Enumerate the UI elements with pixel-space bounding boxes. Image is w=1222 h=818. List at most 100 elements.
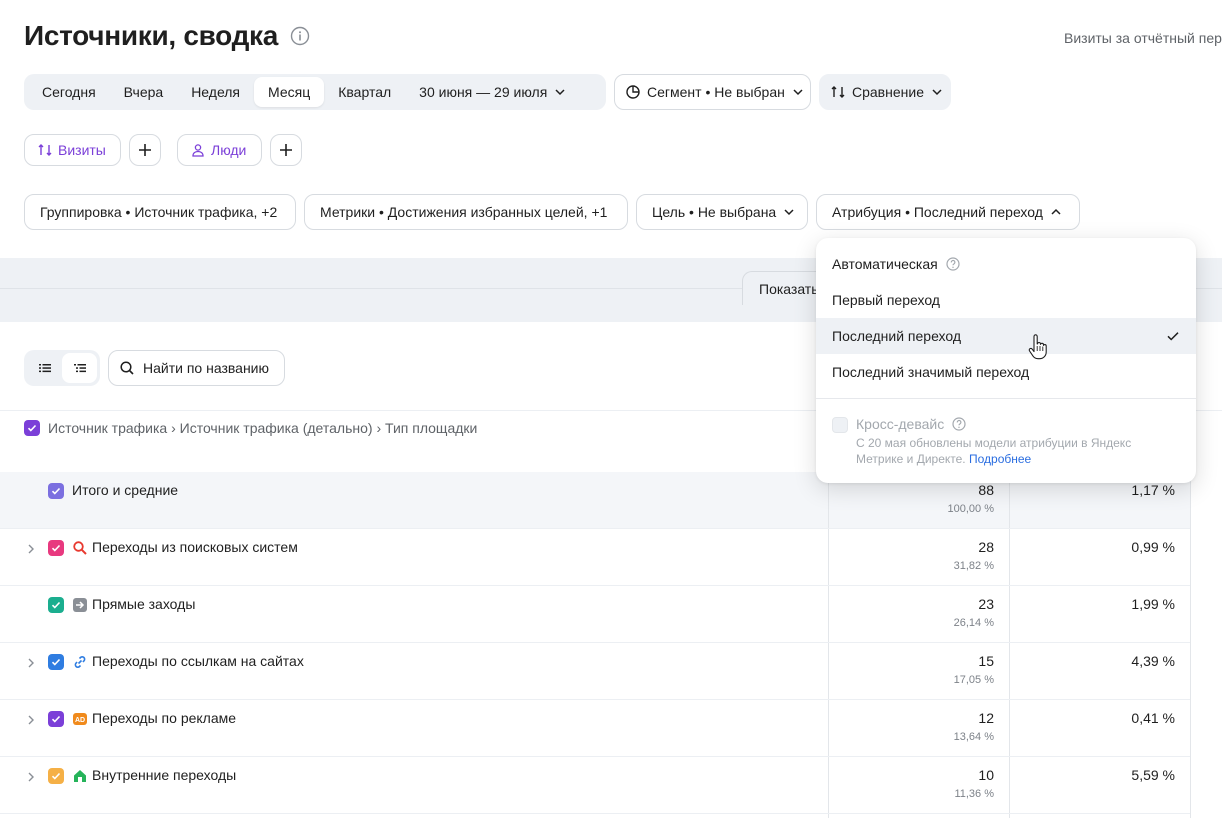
cross-device-note: С 20 мая обновлены модели атрибуции в Ян… [856,435,1156,467]
chevron-right-icon[interactable] [24,770,38,784]
view-toggle [24,350,100,386]
attribution-option-last[interactable]: Последний переход [816,318,1196,354]
attribution-option-auto[interactable]: Автоматическая [816,246,1196,282]
person-icon [191,143,205,157]
row-share: 31,82 % [953,560,994,572]
row-share: 17,05 % [953,674,994,686]
hand-cursor-icon [1028,334,1047,360]
table-row[interactable]: Внутренние переходы 10 11,36 % 5,59 % [0,757,1190,814]
tab-quarter[interactable]: Квартал [324,77,405,107]
tab-week[interactable]: Неделя [177,77,254,107]
check-icon [1166,329,1180,343]
more-info-link[interactable]: Подробнее [969,452,1031,466]
attribution-button[interactable]: Атрибуция • Последний переход [816,194,1080,230]
compare-label: Сравнение [852,84,924,100]
chevron-right-icon[interactable] [24,713,38,727]
row-value: 12 [978,710,994,726]
option-label: Последний переход [832,328,962,344]
chip-people-label: Люди [211,142,247,158]
chevron-right-icon[interactable] [24,656,38,670]
chip-visits-label: Визиты [58,142,106,158]
total-label: Итого и средние [72,482,179,498]
plus-icon [139,144,151,156]
total-value: 88 [978,482,994,498]
help-icon[interactable] [952,417,966,431]
cross-device-label: Кросс-девайс [856,416,945,432]
table-row[interactable]: Прямые заходы 23 26,14 % 1,99 % [0,586,1190,643]
ad-icon: AD [72,711,88,727]
row-rate: 1,99 % [1131,596,1175,612]
search-icon [119,360,135,376]
tab-month[interactable]: Месяц [254,77,325,107]
row-rate: 5,59 % [1131,767,1175,783]
tree-view-button[interactable] [62,353,97,383]
list-icon [38,364,51,373]
visits-icon [38,143,52,157]
chip-people[interactable]: Люди [177,134,262,166]
page-title-text: Источники, сводка [24,20,279,51]
report-period-note: Визиты за отчётный пер [1064,30,1222,46]
chevron-right-icon[interactable] [24,542,38,556]
cross-device-checkbox[interactable] [832,417,848,433]
home-icon [72,768,88,784]
info-icon[interactable] [290,26,310,46]
chevron-down-icon [782,205,796,219]
table-row[interactable]: AD Переходы по рекламе 12 13,64 % 0,41 % [0,700,1190,757]
direct-arrow-icon [72,597,88,613]
option-label: Автоматическая [832,256,938,272]
row-checkbox[interactable] [48,711,64,727]
chevron-down-icon [791,85,805,99]
segment-label: Сегмент • Не выбран [647,84,785,100]
metrics-button[interactable]: Метрики • Достижения избранных целей, +1 [304,194,628,230]
date-range-label: 30 июня — 29 июля [419,84,548,100]
row-value: 23 [978,596,994,612]
attribution-dropdown: Автоматическая Первый переход Последний … [816,238,1196,483]
column-separator [1190,472,1191,818]
attribution-option-last-significant[interactable]: Последний значимый переход [816,354,1196,390]
group-header: Источник трафика › Источник трафика (дет… [24,420,477,436]
divider [816,398,1196,399]
tab-yesterday[interactable]: Вчера [110,77,178,107]
flat-list-view-button[interactable] [27,353,62,383]
grouping-button[interactable]: Группировка • Источник трафика, +2 [24,194,296,230]
pie-chart-icon [625,84,641,100]
row-share: 13,64 % [953,731,994,743]
row-label: Внутренние переходы [92,767,237,783]
tab-today[interactable]: Сегодня [28,77,110,107]
page-title: Источники, сводка [24,20,310,52]
help-icon[interactable] [946,257,960,271]
link-icon [72,654,88,670]
attribution-option-first[interactable]: Первый переход [816,282,1196,318]
total-rate: 1,17 % [1131,482,1175,498]
add-audience-button[interactable] [270,134,302,166]
row-rate: 0,41 % [1131,710,1175,726]
search-placeholder: Найти по названию [143,360,269,376]
row-checkbox[interactable] [48,540,64,556]
row-value: 15 [978,653,994,669]
row-checkbox[interactable] [48,768,64,784]
row-rate: 4,39 % [1131,653,1175,669]
row-share: 11,36 % [954,788,994,800]
table-row[interactable]: Переходы из поисковых систем 28 31,82 % … [0,529,1190,586]
compare-button[interactable]: Сравнение [819,74,951,110]
row-checkbox[interactable] [48,654,64,670]
row-share: 26,14 % [953,617,994,629]
goal-button[interactable]: Цель • Не выбрана [636,194,808,230]
chip-visits[interactable]: Визиты [24,134,121,166]
date-range-picker[interactable]: 30 июня — 29 июля [405,77,573,107]
svg-text:AD: AD [75,717,85,724]
row-label: Переходы по рекламе [92,710,237,726]
total-checkbox[interactable] [48,483,64,499]
table-row[interactable]: Переходы по ссылкам на сайтах 15 17,05 %… [0,643,1190,700]
row-label: Переходы из поисковых систем [92,539,298,555]
add-metric-button[interactable] [129,134,161,166]
divider [0,813,1190,814]
segment-button[interactable]: Сегмент • Не выбран [614,74,811,110]
plus-icon [280,144,292,156]
row-checkbox[interactable] [48,597,64,613]
row-value: 10 [978,767,994,783]
search-input[interactable]: Найти по названию [108,350,285,386]
row-label: Переходы по ссылкам на сайтах [92,653,304,669]
select-all-checkbox[interactable] [24,420,40,436]
period-selector: Сегодня Вчера Неделя Месяц Квартал 30 ию… [24,74,606,110]
